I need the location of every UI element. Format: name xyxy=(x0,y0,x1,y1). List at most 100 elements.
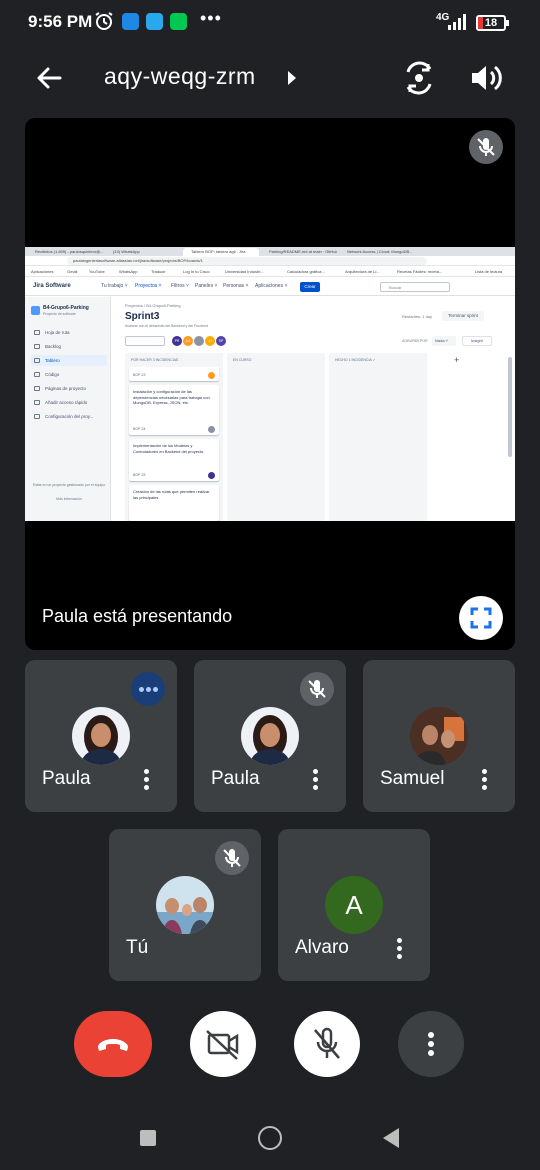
end-call-icon xyxy=(98,1039,128,1051)
bookmark: YouTube xyxy=(89,269,105,274)
more-notifications-icon: ••• xyxy=(200,8,222,28)
end-sprint-button: Terminar sprint xyxy=(442,311,484,321)
issue-card: Instalación y configuración de las depen… xyxy=(129,385,219,435)
assignee-avatar xyxy=(208,426,215,433)
system-navigation-bar xyxy=(0,1106,540,1170)
end-call-button[interactable] xyxy=(74,1011,152,1077)
jira-nav-item: Personas ˅ xyxy=(223,283,249,289)
column-title: EN CURSO xyxy=(233,358,252,362)
camera-off-icon xyxy=(206,1030,239,1060)
bookmark: Arquitectura de Li... xyxy=(345,269,380,274)
presentation-mute-badge xyxy=(469,130,503,164)
jira-board: Proyectos / B4-Grupo6-Parking Sprint3 Av… xyxy=(112,297,515,521)
jira-logo: Jira Software xyxy=(33,283,71,289)
participant-name: Paula xyxy=(211,768,260,789)
messages-icon xyxy=(122,13,139,30)
bookmark: Gmail xyxy=(67,269,78,274)
jira-sidebar: B4-Grupo6-Parking Proyecto de software H… xyxy=(25,297,111,521)
jira-top-nav: Jira Software Tu trabajo ˅ Proyectos ˅ F… xyxy=(25,278,515,296)
avatar xyxy=(241,707,299,765)
battery-icon: 18 xyxy=(476,15,509,31)
participant-tile[interactable]: A Alvaro xyxy=(278,829,430,981)
speaker-icon[interactable] xyxy=(468,60,502,96)
add-column-icon: + xyxy=(454,355,460,365)
bookmark: Lista de lectura xyxy=(475,269,503,274)
mic-off-icon xyxy=(300,672,334,706)
backlog-icon xyxy=(34,344,40,349)
more-vert-icon[interactable] xyxy=(479,767,489,793)
project-name: B4-Grupo6-Parking xyxy=(43,305,89,311)
project-type: Proyecto de software xyxy=(43,312,76,316)
camera-toggle-button[interactable] xyxy=(190,1011,256,1077)
caret-right-icon[interactable] xyxy=(287,70,297,86)
column-title: POR HACER 3 INCIDENCIAS xyxy=(131,358,179,362)
group-by-label: AGRUPAR POR xyxy=(402,339,428,343)
avatar: A xyxy=(325,876,383,934)
participant-name: Alvaro xyxy=(295,937,349,958)
switch-camera-icon[interactable] xyxy=(400,60,438,96)
security-icon xyxy=(170,13,187,30)
avatar xyxy=(156,876,214,934)
jira-nav-item: Tu trabajo ˅ xyxy=(101,283,128,289)
home-icon[interactable] xyxy=(258,1126,282,1150)
shared-screen: Recibidos (1.809) - paulosquintero@... (… xyxy=(25,247,515,521)
fullscreen-button[interactable] xyxy=(459,596,503,640)
meeting-code[interactable]: aqy-weqg-zrm xyxy=(104,63,256,90)
jira-create-button: Crear xyxy=(300,282,320,292)
pages-icon xyxy=(34,386,40,391)
issue-summary: Implementación de los Modelos y Controla… xyxy=(133,443,205,454)
sidebar-item-board: Tablero xyxy=(31,355,107,366)
recents-icon[interactable] xyxy=(140,1130,156,1146)
avatar-photo xyxy=(156,876,214,934)
sprint-subtitle: Avanzar con el desarrollo del Backend y … xyxy=(125,324,209,328)
signal-icon xyxy=(448,14,466,30)
assignee-avatar: AG xyxy=(183,336,193,346)
back-arrow-icon[interactable] xyxy=(30,62,70,94)
column-title: HECHO 1 INCIDENCIA ✓ xyxy=(335,358,376,362)
sprint-title: Sprint3 xyxy=(125,311,160,322)
bookmark: Log In to Cisco xyxy=(183,269,210,274)
browser-tab: Network Access | Cloud: MongoDB... xyxy=(347,249,413,254)
back-icon[interactable] xyxy=(383,1128,399,1148)
sidebar-item-shortcut: Añadir acceso rápido xyxy=(31,397,107,408)
participant-tile[interactable]: Paula xyxy=(194,660,346,812)
assignee-avatar xyxy=(208,472,215,479)
group-by-select: Nada ˅ xyxy=(432,336,456,346)
board-scrollbar xyxy=(508,357,512,457)
browser-tabbar: Recibidos (1.809) - paulosquintero@... (… xyxy=(25,247,515,256)
jira-nav-item: Filtros ˅ xyxy=(171,283,189,289)
more-options-button[interactable] xyxy=(398,1011,464,1077)
browser-address-bar: paulaingenieriasoftware.atlassian.net/ji… xyxy=(25,256,515,266)
avatar-photo xyxy=(410,707,468,765)
bookmark: Universidad Industri... xyxy=(225,269,264,274)
clock: 9:56 PM xyxy=(28,12,93,31)
avatar xyxy=(410,707,468,765)
add-shortcut-icon xyxy=(34,400,40,405)
browser-tab-active: Tablero BOP: tablero ágil - Jira xyxy=(183,248,259,256)
status-bar: 9:56 PM ••• 4G 18 xyxy=(0,0,540,46)
bookmark: WhatsApp xyxy=(119,269,138,274)
participant-tile[interactable]: Samuel xyxy=(363,660,515,812)
bookmark: Calculadora gráfica... xyxy=(287,269,325,274)
avatar xyxy=(72,707,130,765)
bookmark: Recetas Fáciles: receta... xyxy=(397,269,443,274)
more-vert-icon[interactable] xyxy=(141,767,151,793)
participant-name: Paula xyxy=(42,768,91,789)
participant-name: Samuel xyxy=(380,768,445,789)
microphone-toggle-button[interactable] xyxy=(294,1011,360,1077)
assignee-avatar: JJ xyxy=(205,336,215,346)
more-vert-icon xyxy=(428,1032,434,1056)
participant-tile-self[interactable]: Tú xyxy=(109,829,261,981)
sidebar-learn-more: Más información xyxy=(56,497,82,501)
avatar-photo xyxy=(241,707,299,765)
more-vert-icon[interactable] xyxy=(310,767,320,793)
jira-search: Buscar xyxy=(380,282,450,292)
presenter-label: Paula está presentando xyxy=(42,606,233,626)
gear-icon xyxy=(34,414,40,419)
board-column: POR HACER 3 INCIDENCIAS BOP-23 Instalaci… xyxy=(125,353,223,521)
more-vert-icon[interactable] xyxy=(394,936,404,962)
issue-card: BOP-23 xyxy=(129,367,219,381)
avatar-photo xyxy=(72,707,130,765)
participant-tile[interactable]: Paula xyxy=(25,660,177,812)
bookmarks-bar: Aplicaciones Gmail YouTube WhatsApp Trad… xyxy=(25,267,515,277)
